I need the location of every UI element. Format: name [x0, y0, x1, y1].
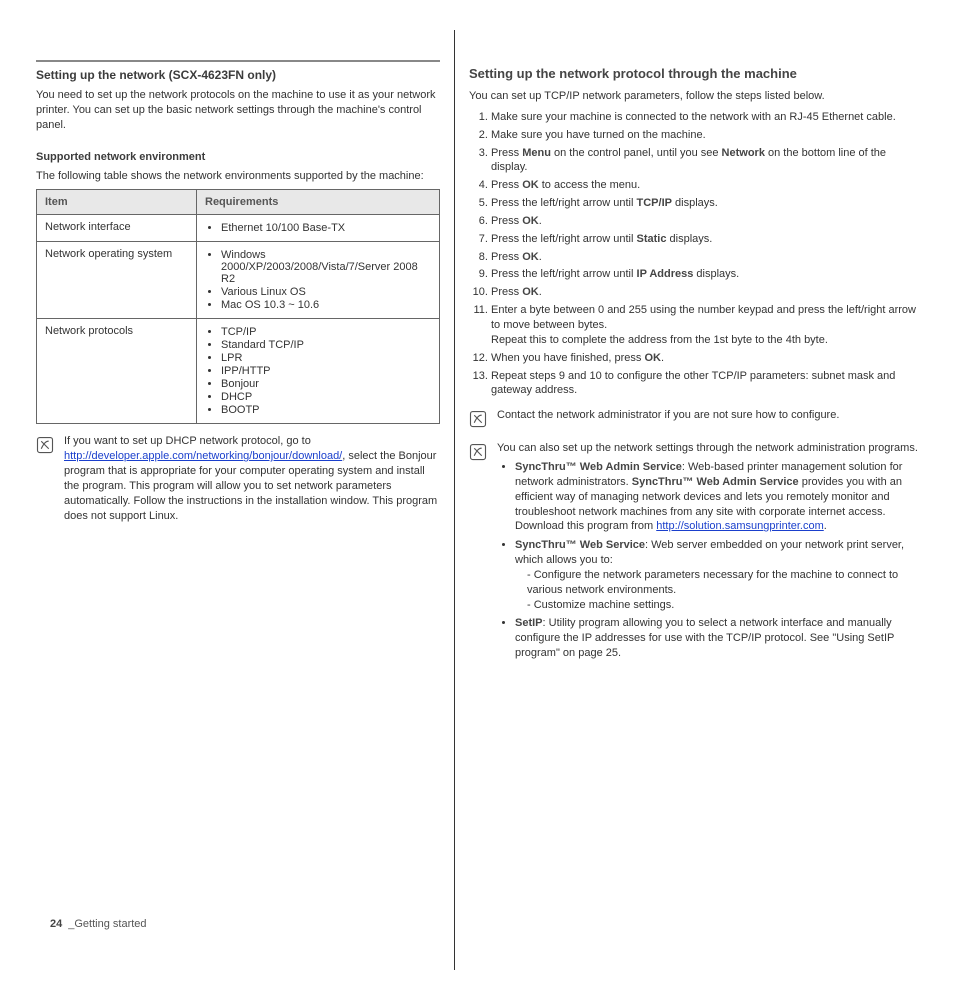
step-item: Make sure your machine is connected to t… [491, 110, 918, 125]
list-item: Various Linux OS [221, 286, 431, 298]
list-item: Mac OS 10.3 ~ 10.6 [221, 299, 431, 311]
intro-paragraph: You need to set up the network protocols… [36, 88, 440, 133]
page-number: 24 [50, 918, 62, 930]
step-item: Make sure you have turned on the machine… [491, 128, 918, 143]
right-lead: You can set up TCP/IP network parameters… [469, 89, 918, 104]
dhcp-note: If you want to set up DHCP network proto… [36, 434, 440, 523]
solution-link[interactable]: http://solution.samsungprinter.com [656, 520, 824, 532]
list-item: TCP/IP [221, 326, 431, 338]
step-item: Press OK. [491, 250, 918, 265]
note-text: If you want to set up DHCP network proto… [64, 435, 311, 447]
list-item: SyncThru™ Web Service: Web server embedd… [515, 538, 918, 612]
list-item: SetIP: Utility program allowing you to s… [515, 616, 918, 661]
list-item: Ethernet 10/100 Base-TX [221, 222, 431, 234]
page-footer: 24 _Getting started [50, 918, 147, 930]
dash-item: - Customize machine settings. [515, 598, 918, 613]
step-item: Press Menu on the control panel, until y… [491, 146, 918, 176]
step-item: Press OK. [491, 285, 918, 300]
note-text: Contact the network administrator if you… [497, 408, 918, 431]
admin-note: Contact the network administrator if you… [469, 408, 918, 431]
list-item: Windows 2000/XP/2003/2008/Vista/7/Server… [221, 249, 431, 285]
table-row-label: Network interface [37, 215, 197, 242]
list-item: BOOTP [221, 404, 431, 416]
table-row-values: Windows 2000/XP/2003/2008/Vista/7/Server… [197, 242, 440, 319]
list-item: DHCP [221, 391, 431, 403]
table-intro: The following table shows the network en… [36, 169, 440, 184]
steps-list: Make sure your machine is connected to t… [469, 110, 918, 398]
step-item: Press OK to access the menu. [491, 178, 918, 193]
list-item: Bonjour [221, 378, 431, 390]
step-item: When you have finished, press OK. [491, 351, 918, 366]
note-text: You can also set up the network settings… [497, 441, 918, 456]
table-row-label: Network operating system [37, 242, 197, 319]
step-item: Press the left/right arrow until IP Addr… [491, 267, 918, 282]
bonjour-link[interactable]: http://developer.apple.com/networking/bo… [64, 450, 342, 462]
table-row-values: Ethernet 10/100 Base-TX [197, 215, 440, 242]
table-row-label: Network protocols [37, 319, 197, 424]
programs-note: You can also set up the network settings… [469, 441, 918, 665]
list-item: SyncThru™ Web Admin Service: Web-based p… [515, 460, 918, 534]
right-section-heading: Setting up the network protocol through … [469, 66, 918, 81]
note-icon [469, 410, 489, 431]
step-item: Press the left/right arrow until TCP/IP … [491, 196, 918, 211]
step-item: Repeat steps 9 and 10 to configure the o… [491, 369, 918, 399]
step-item: Enter a byte between 0 and 255 using the… [491, 303, 918, 348]
list-item: LPR [221, 352, 431, 364]
note-icon [469, 443, 489, 665]
table-header-item: Item [37, 190, 197, 215]
list-item: Standard TCP/IP [221, 339, 431, 351]
step-item: Press OK. [491, 214, 918, 229]
note-icon [36, 436, 56, 523]
table-row-values: TCP/IP Standard TCP/IP LPR IPP/HTTP Bonj… [197, 319, 440, 424]
step-item: Press the left/right arrow until Static … [491, 232, 918, 247]
footer-label: _Getting started [68, 918, 146, 930]
dash-item: - Configure the network parameters neces… [515, 568, 918, 598]
section-heading: Setting up the network (SCX-4623FN only) [36, 60, 440, 82]
table-header-req: Requirements [197, 190, 440, 215]
sub-heading-supported-env: Supported network environment [36, 151, 440, 163]
env-table: Item Requirements Network interface Ethe… [36, 189, 440, 424]
list-item: IPP/HTTP [221, 365, 431, 377]
